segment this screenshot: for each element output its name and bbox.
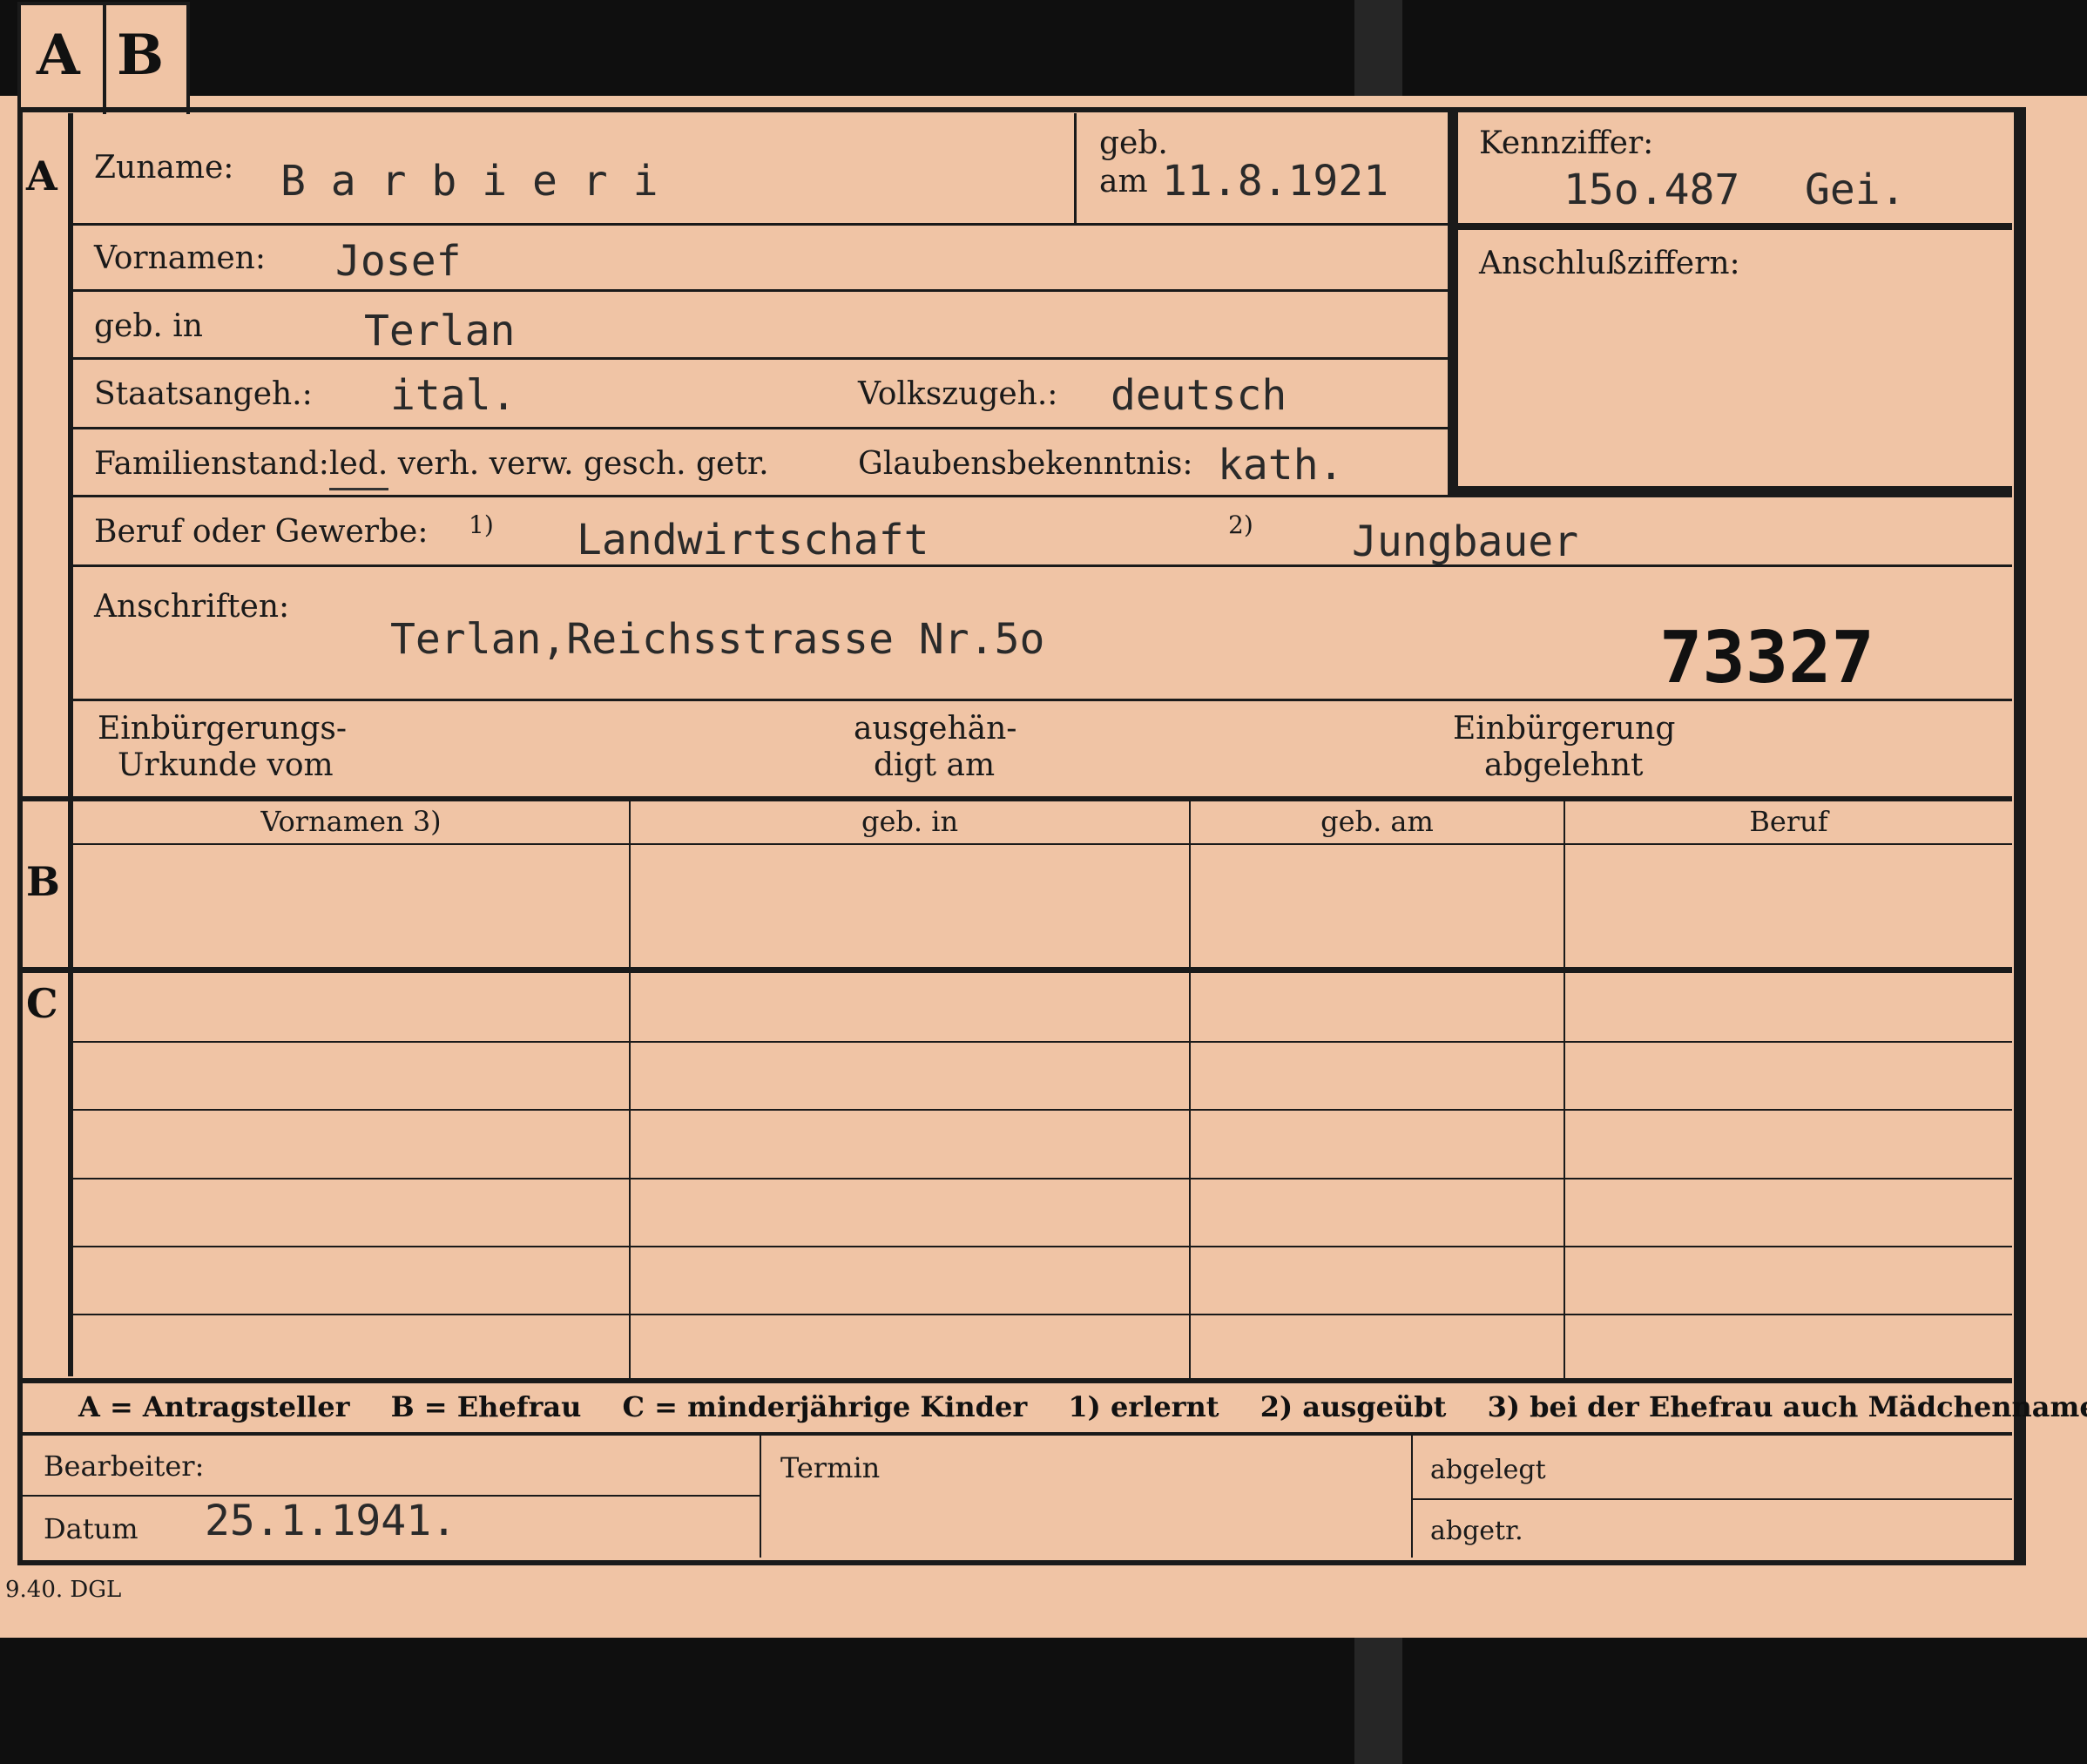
table-header-occupation: Beruf (1749, 805, 1828, 838)
value-birthplace: Terlan (364, 307, 516, 355)
col-div-1 (629, 800, 631, 1379)
label-editor: Bearbeiter: (44, 1450, 205, 1483)
legend-item-c: C = minderjährige Kinder (622, 1390, 1028, 1423)
marital-status-underline-led (329, 488, 388, 490)
label-first-names: Vornamen: (94, 240, 266, 276)
legend-item-b: B = Ehefrau (390, 1390, 582, 1423)
label-addresses: Anschriften: (94, 589, 290, 625)
kennziffer-box-bottom (1448, 486, 2012, 497)
label-id-number: Kennziffer: (1479, 125, 1654, 161)
label-citizenship: Staatsangeh.: (94, 376, 313, 412)
line-a2 (73, 289, 1448, 292)
card-tabs: A B (17, 2, 190, 114)
label-surname: Zuname: (94, 150, 234, 186)
c-row-2 (73, 1109, 2012, 1111)
line-a1 (73, 223, 1448, 226)
occupation-note-2: 2) (1228, 510, 1253, 539)
value-born-on: 11.8.1921 (1162, 157, 1389, 206)
legend-note-1: 1) erlernt (1068, 1390, 1219, 1423)
section-c-top (23, 967, 2012, 973)
value-surname: B a r b i e r i (280, 157, 659, 206)
label-birthplace: geb. in (94, 308, 203, 344)
bottom-divider-1 (760, 1436, 761, 1558)
c-row-1 (73, 1041, 2012, 1043)
section-column-divider (68, 113, 73, 1376)
value-ethnicity: deutsch (1111, 371, 1287, 420)
legend-bottom (23, 1432, 2012, 1436)
legend-note-2: 2) ausgeübt (1260, 1390, 1447, 1423)
label-naturalization-doc-1: Einbürgerungs- (98, 711, 348, 747)
label-born-on-2: am (1099, 164, 1148, 199)
occupation-note-1: 1) (469, 510, 494, 539)
value-first-names: Josef (335, 237, 462, 286)
kennziffer-box-left (1448, 109, 1458, 497)
legend-top (23, 1378, 2012, 1383)
line-a6 (73, 564, 2012, 567)
kennziffer-box-divider (1458, 223, 2012, 230)
c-row-3 (73, 1178, 2012, 1179)
col-div-3 (1564, 800, 1565, 1379)
table-header-birthplace: geb. in (861, 805, 959, 838)
c-row-4 (73, 1246, 2012, 1247)
value-religion: kath. (1218, 441, 1344, 490)
label-born-on-1: geb. (1099, 125, 1168, 161)
table-header-first-names: Vornamen 3) (260, 805, 442, 838)
legend: A = Antragsteller B = Ehefrau C = minder… (78, 1390, 2087, 1423)
label-marital-status: Familienstand: (94, 446, 329, 482)
table-header-birth-date: geb. am (1320, 805, 1434, 838)
label-handed-over-1: ausgehän- (854, 711, 1017, 747)
value-date: 25.1.1941. (205, 1497, 456, 1545)
value-id-suffix: Gei. (1805, 166, 1906, 214)
label-religion: Glaubensbekenntnis: (858, 446, 1193, 482)
label-ethnicity: Volkszugeh.: (858, 376, 1058, 412)
label-abget: abgetr. (1430, 1516, 1523, 1546)
binder-spine-top (1354, 0, 1402, 96)
stamp-number: 73327 (1659, 617, 1874, 700)
label-occupation: Beruf oder Gewerbe: (94, 514, 429, 550)
tab-a: A (37, 23, 80, 88)
section-b-header-line (73, 843, 2012, 845)
line-a4 (73, 427, 1448, 429)
line-a3 (73, 357, 1448, 360)
c-row-5 (73, 1314, 2012, 1315)
tab-separator (103, 5, 106, 114)
line-a-geb-divider (1074, 113, 1077, 223)
label-deadline: Termin (780, 1451, 881, 1484)
label-naturalization-rejected-1: Einbürgerung (1453, 711, 1676, 747)
section-letter-a: A (26, 152, 57, 199)
col-div-2 (1189, 800, 1191, 1379)
label-filed: abgelegt (1430, 1455, 1546, 1485)
legend-note-3: 3) bei der Ehefrau auch Mädchenname (1487, 1390, 2087, 1423)
section-letter-c: C (26, 980, 58, 1027)
label-date: Datum (44, 1512, 138, 1545)
label-naturalization-rejected-2: abgelehnt (1484, 747, 1644, 783)
value-occupation-1: Landwirtschaft (577, 516, 929, 564)
section-b-top (23, 796, 2012, 801)
value-id-number: 15o.487 (1564, 166, 1740, 214)
section-letter-b: B (26, 858, 60, 905)
tab-b: B (117, 23, 165, 88)
label-naturalization-doc-2: Urkunde vom (118, 747, 334, 783)
bottom-row-right (1413, 1498, 2012, 1500)
bottom-divider-2 (1411, 1436, 1413, 1558)
print-code: 9.40. DGL (5, 1577, 122, 1603)
marital-status-options: led. verh. verw. gesch. getr. (329, 446, 769, 482)
label-handed-over-2: digt am (874, 747, 996, 783)
value-occupation-2: Jungbauer (1352, 517, 1579, 566)
legend-item-a: A = Antragsteller (78, 1390, 350, 1423)
value-address: Terlan,Reichsstrasse Nr.5o (390, 615, 1045, 664)
label-connecting-numbers: Anschlußziffern: (1479, 246, 1740, 281)
binder-spine-bottom (1354, 1638, 1402, 1764)
value-citizenship: ital. (390, 371, 517, 420)
